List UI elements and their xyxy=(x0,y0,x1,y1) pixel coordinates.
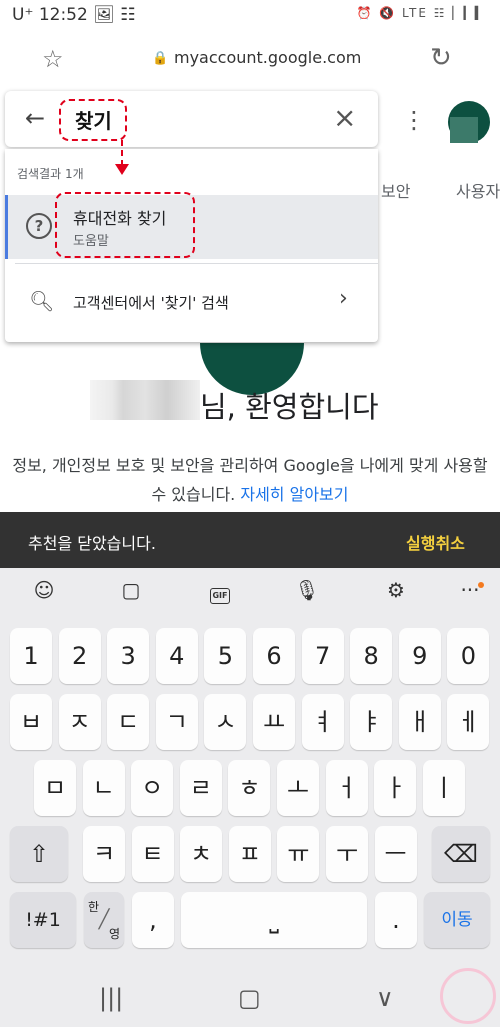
key-row_numbers-8[interactable]: 9 xyxy=(398,628,441,684)
mic-icon[interactable]: 🎙︎ xyxy=(287,578,327,602)
help-center-search-link[interactable]: 고객센터에서 '찾기' 검색 xyxy=(73,292,229,313)
key-row2-0[interactable]: ㅁ xyxy=(34,760,76,816)
gif-icon[interactable]: GIF xyxy=(210,588,230,604)
key-row2-4[interactable]: ㅎ xyxy=(228,760,271,816)
more-options-icon[interactable]: ⋮ xyxy=(402,106,426,134)
blurred-username xyxy=(90,380,200,420)
keyboard-toggle-icon[interactable] xyxy=(440,968,496,1024)
key-row1-4[interactable]: ㅅ xyxy=(204,694,247,750)
shift-key[interactable]: ⇧ xyxy=(10,826,68,882)
tab-security[interactable]: 보안 xyxy=(381,178,410,202)
key-row1-0[interactable]: ㅂ xyxy=(10,694,52,750)
key-row1-1[interactable]: ㅈ xyxy=(58,694,101,750)
help-question-icon: ? xyxy=(26,213,52,239)
key-row_numbers-6[interactable]: 7 xyxy=(301,628,344,684)
language-key[interactable]: 한 ╱ 영 xyxy=(84,892,124,948)
key-row_numbers-9[interactable]: 0 xyxy=(447,628,490,684)
key-row1-8[interactable]: ㅐ xyxy=(398,694,441,750)
enter-key[interactable]: 이동 xyxy=(424,892,490,948)
snackbar: 추천을 닫았습니다. 실행취소 xyxy=(0,512,500,568)
backspace-key[interactable]: ⌫ xyxy=(432,826,490,882)
back-arrow-icon[interactable]: ← xyxy=(25,104,45,132)
key-row_numbers-1[interactable]: 2 xyxy=(58,628,101,684)
key-row_numbers-3[interactable]: 4 xyxy=(155,628,198,684)
key-row1-9[interactable]: ㅔ xyxy=(447,694,490,750)
symbols-key[interactable]: !#1 xyxy=(10,892,76,948)
key-row1-3[interactable]: ㄱ xyxy=(155,694,198,750)
key-row_numbers-0[interactable]: 1 xyxy=(10,628,52,684)
learn-more-link[interactable]: 자세히 알아보기 xyxy=(240,485,348,504)
more-icon[interactable]: ··· xyxy=(450,578,490,602)
lock-icon: 🔒 xyxy=(152,51,169,66)
key-row2-8[interactable]: ㅣ xyxy=(422,760,465,816)
close-icon[interactable]: × xyxy=(333,101,356,134)
annotation-arrow xyxy=(115,164,129,175)
key-row_numbers-2[interactable]: 3 xyxy=(107,628,150,684)
divider xyxy=(15,263,378,264)
url-text[interactable]: myaccount.google.com xyxy=(174,48,361,67)
avatar[interactable] xyxy=(448,101,490,143)
key-row2-1[interactable]: ㄴ xyxy=(82,760,125,816)
search-icon: 🔍︎ xyxy=(29,289,55,313)
key-row1-7[interactable]: ㅑ xyxy=(350,694,393,750)
browser-toolbar: ☆ 🔒 myaccount.google.com ↻ xyxy=(0,30,500,88)
key-row1-5[interactable]: ㅛ xyxy=(253,694,295,750)
comma-key[interactable]: , xyxy=(132,892,174,948)
chevron-right-icon[interactable]: › xyxy=(339,286,348,311)
key-row3-4[interactable]: ㅠ xyxy=(277,826,320,882)
key-row3-6[interactable]: ㅡ xyxy=(374,826,417,882)
key-row2-5[interactable]: ㅗ xyxy=(277,760,319,816)
gear-icon[interactable]: ⚙ xyxy=(376,578,416,602)
key-row_numbers-4[interactable]: 5 xyxy=(204,628,247,684)
navigation-bar: ||| ▢ ∨ xyxy=(0,968,500,1027)
welcome-heading: 님, 환영합니다 xyxy=(200,390,379,424)
status-right: ⏰ 🔇 LTE ☷ ▏▎▍ xyxy=(356,6,486,20)
back-chevron-icon[interactable]: ∨ xyxy=(376,984,394,1012)
key-row3-1[interactable]: ㅌ xyxy=(131,826,174,882)
home-icon[interactable]: ▢ xyxy=(238,984,261,1012)
annotation-line xyxy=(121,140,123,166)
reload-icon[interactable]: ↻ xyxy=(430,43,452,73)
recents-icon[interactable]: ||| xyxy=(99,984,123,1012)
result-count: 검색결과 1개 xyxy=(17,167,84,181)
key-row1-2[interactable]: ㄷ xyxy=(107,694,150,750)
emoji-icon[interactable]: ☺ xyxy=(24,578,64,602)
notification-dot xyxy=(478,582,484,588)
period-key[interactable]: . xyxy=(375,892,417,948)
annotation-box-result xyxy=(55,192,195,258)
status-left: U⁺ 12:52 🖼 ☷ xyxy=(12,5,136,25)
tab-users[interactable]: 사용자 xyxy=(456,178,500,202)
status-bar: U⁺ 12:52 🖼 ☷ ⏰ 🔇 LTE ☷ ▏▎▍ xyxy=(0,0,500,30)
space-key[interactable]: ⎵ xyxy=(181,892,367,948)
key-row2-3[interactable]: ㄹ xyxy=(179,760,222,816)
key-row_numbers-5[interactable]: 6 xyxy=(253,628,295,684)
key-row1-6[interactable]: ㅕ xyxy=(301,694,344,750)
key-row2-6[interactable]: ㅓ xyxy=(325,760,368,816)
snackbar-message: 추천을 닫았습니다. xyxy=(28,534,156,553)
key-row3-2[interactable]: ㅊ xyxy=(180,826,223,882)
key-row3-3[interactable]: ㅍ xyxy=(228,826,271,882)
keyboard: ☺ ▢ GIF 🎙︎ ⚙ ··· 1234567890 ㅂㅈㄷㄱㅅㅛㅕㅑㅐㅔ ㅁ… xyxy=(0,568,500,968)
undo-button[interactable]: 실행취소 xyxy=(406,530,465,554)
bookmark-star-icon[interactable]: ☆ xyxy=(42,45,64,73)
selection-indicator xyxy=(5,195,8,259)
key-row2-2[interactable]: ㅇ xyxy=(131,760,174,816)
key-row2-7[interactable]: ㅏ xyxy=(374,760,417,816)
welcome-description: 정보, 개인정보 보호 및 보안을 관리하여 Google을 나에게 맞게 사용… xyxy=(10,451,490,509)
sticker-icon[interactable]: ▢ xyxy=(111,578,151,602)
annotation-box-query xyxy=(59,99,127,141)
key-row3-0[interactable]: ㅋ xyxy=(83,826,125,882)
key-row3-5[interactable]: ㅜ xyxy=(326,826,368,882)
key-row_numbers-7[interactable]: 8 xyxy=(350,628,393,684)
lang-slash: ╱ xyxy=(98,909,110,930)
